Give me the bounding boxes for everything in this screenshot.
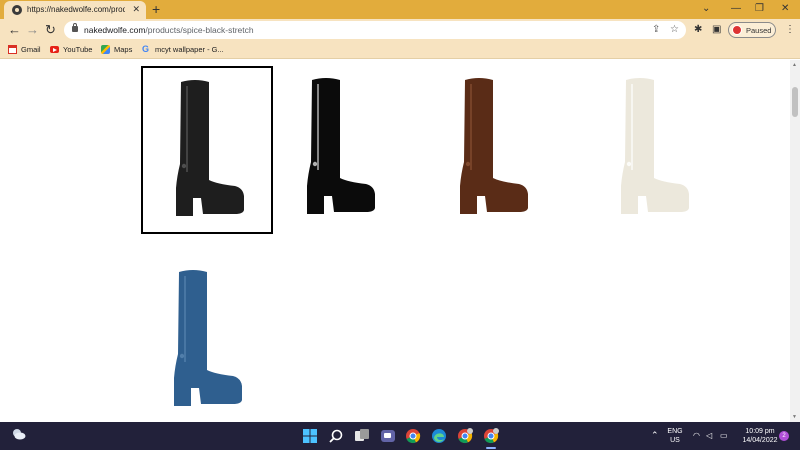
avatar <box>732 25 742 35</box>
page-scrollbar[interactable]: ▲ ▼ <box>790 60 800 422</box>
chevron-down-icon[interactable]: ⌄ <box>702 2 710 16</box>
product-thumbnail-spice-black-patent[interactable] <box>274 66 406 234</box>
scrollbar-thumb[interactable] <box>792 87 798 117</box>
search-icon[interactable] <box>328 428 344 444</box>
boot-image <box>307 78 375 214</box>
boot-image <box>174 270 242 406</box>
chrome-profile-icon[interactable] <box>457 428 473 444</box>
scroll-up-icon[interactable]: ▲ <box>792 62 797 68</box>
profile-button[interactable]: Paused <box>728 22 776 38</box>
boot-image <box>176 80 244 216</box>
minimize-button[interactable]: — <box>731 2 741 16</box>
teams-chat-icon[interactable] <box>380 428 396 444</box>
bookmark-gmail[interactable]: Gmail <box>21 45 41 54</box>
bookmarks-bar: Gmail YouTube Maps G mcyt wallpaper - G.… <box>0 42 800 59</box>
bookmark-youtube[interactable]: YouTube <box>63 45 92 54</box>
chrome-icon[interactable] <box>405 428 421 444</box>
boot-image <box>621 78 689 214</box>
product-gallery <box>0 60 790 422</box>
extensions-puzzle-icon[interactable]: ✱ <box>694 24 702 36</box>
product-thumbnail-spice-brown[interactable] <box>427 66 559 234</box>
side-panel-icon[interactable]: ▣ <box>712 24 721 36</box>
google-icon: G <box>142 44 150 54</box>
chevron-up-icon[interactable]: ⌃ <box>651 431 659 440</box>
gmail-icon <box>8 45 17 54</box>
bookmark-maps[interactable]: Maps <box>114 45 132 54</box>
restore-button[interactable]: ❐ <box>755 2 764 16</box>
address-bar[interactable]: nakedwolfe.com/products/spice-black-stre… <box>64 21 686 39</box>
browser-toolbar: ← → ↻ nakedwolfe.com/products/spice-blac… <box>0 19 800 42</box>
forward-button[interactable]: → <box>26 23 39 37</box>
maps-icon <box>101 45 110 54</box>
task-view-icon[interactable] <box>354 428 370 444</box>
product-thumbnail-spice-cream[interactable] <box>588 66 720 234</box>
scroll-down-icon[interactable]: ▼ <box>792 414 797 420</box>
new-tab-button[interactable]: + <box>152 1 160 17</box>
notification-badge[interactable]: 2 <box>779 431 789 441</box>
close-window-button[interactable]: ✕ <box>781 2 789 16</box>
bookmark-mcyt-wallpaper[interactable]: mcyt wallpaper - G... <box>155 45 224 54</box>
url-text[interactable]: nakedwolfe.com/products/spice-black-stre… <box>84 25 254 35</box>
share-icon[interactable]: ⇪ <box>652 24 660 36</box>
lock-icon[interactable] <box>72 23 78 32</box>
youtube-icon <box>50 46 59 53</box>
menu-kebab-icon[interactable]: ⋮ <box>785 24 795 36</box>
reload-button[interactable]: ↻ <box>45 23 56 37</box>
language-indicator[interactable]: ENG US <box>666 427 684 445</box>
active-app-indicator <box>486 447 496 449</box>
product-thumbnail-spice-black-stretch[interactable] <box>141 66 273 234</box>
edge-icon[interactable] <box>431 428 447 444</box>
wifi-icon[interactable]: ◠ <box>693 431 700 440</box>
chrome-active-icon[interactable] <box>483 428 499 444</box>
bookmark-star-icon[interactable]: ☆ <box>670 24 679 36</box>
start-windows-icon[interactable] <box>302 428 318 444</box>
battery-icon[interactable]: ▭ <box>720 431 728 440</box>
site-favicon-icon <box>12 5 22 15</box>
tab-strip: https://nakedwolfe.com/products ✕ + ⌄ — … <box>0 0 800 20</box>
tab-title: https://nakedwolfe.com/products <box>27 5 125 14</box>
close-tab-icon[interactable]: ✕ <box>132 4 140 15</box>
clock[interactable]: 10:09 pm 14/04/2022 <box>736 427 784 445</box>
product-thumbnail-spice-denim[interactable] <box>141 258 273 422</box>
boot-image <box>460 78 528 214</box>
weather-icon[interactable] <box>12 428 26 440</box>
volume-icon[interactable]: ◁ <box>706 431 712 440</box>
browser-tab[interactable]: https://nakedwolfe.com/products ✕ <box>4 1 146 20</box>
back-button[interactable]: ← <box>8 23 21 37</box>
profile-status-label: Paused <box>746 26 772 35</box>
windows-taskbar: ⌃ ENG US ◠ ◁ ▭ 10:09 pm 14/04/2022 2 <box>0 422 800 450</box>
